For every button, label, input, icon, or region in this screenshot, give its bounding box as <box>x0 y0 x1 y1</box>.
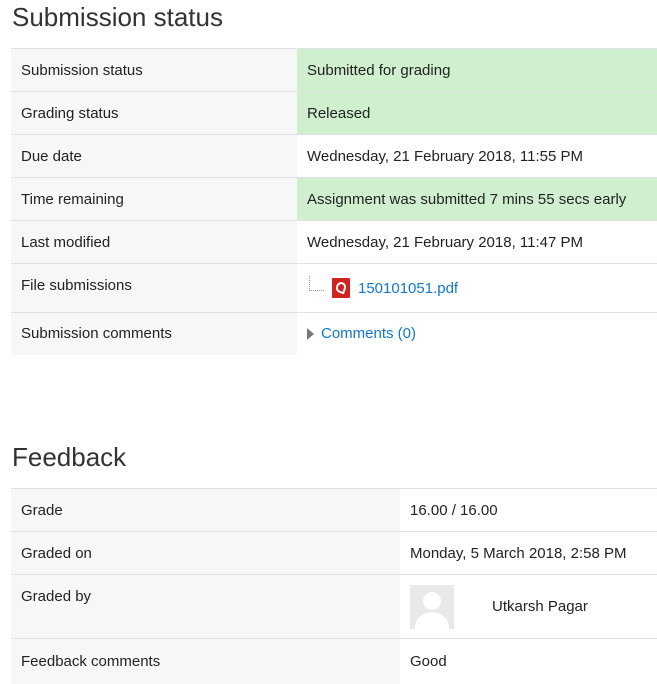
table-row: File submissions 150101051.pdf <box>11 263 657 313</box>
graded-on-value: Monday, 5 March 2018, 2:58 PM <box>400 531 657 575</box>
file-submissions-value: 150101051.pdf <box>297 263 657 313</box>
table-row: Submission status Submitted for grading <box>11 48 657 92</box>
due-date-value: Wednesday, 21 February 2018, 11:55 PM <box>297 134 657 178</box>
row-label: Time remaining <box>11 177 297 221</box>
graded-by-value: Utkarsh Pagar <box>400 574 657 639</box>
expand-caret-icon[interactable] <box>307 328 314 341</box>
submission-status-table: Submission status Submitted for grading … <box>11 48 657 355</box>
row-label: Submission comments <box>11 312 297 355</box>
submission-status-value: Submitted for grading <box>297 48 657 92</box>
row-label: Due date <box>11 134 297 178</box>
row-label: Grading status <box>11 91 297 135</box>
row-label: Graded by <box>11 574 400 639</box>
submission-comments-value: Comments (0) <box>297 312 657 355</box>
feedback-heading: Feedback <box>12 442 127 472</box>
table-row: Time remaining Assignment was submitted … <box>11 177 657 221</box>
feedback-table: Grade 16.00 / 16.00 Graded on Monday, 5 … <box>11 488 657 684</box>
table-row: Last modified Wednesday, 21 February 201… <box>11 220 657 264</box>
row-label: Grade <box>11 488 400 532</box>
table-row: Due date Wednesday, 21 February 2018, 11… <box>11 134 657 178</box>
submission-status-heading: Submission status <box>12 2 223 32</box>
table-row: Graded by Utkarsh Pagar <box>11 574 657 639</box>
row-label: File submissions <box>11 263 297 313</box>
table-row: Feedback comments Good <box>11 638 657 684</box>
grade-value: 16.00 / 16.00 <box>400 488 657 532</box>
last-modified-value: Wednesday, 21 February 2018, 11:47 PM <box>297 220 657 264</box>
table-row: Graded on Monday, 5 March 2018, 2:58 PM <box>11 531 657 575</box>
row-label: Graded on <box>11 531 400 575</box>
row-label: Submission status <box>11 48 297 92</box>
tree-connector-icon <box>309 275 324 291</box>
file-link[interactable]: 150101051.pdf <box>358 280 458 297</box>
comments-link[interactable]: Comments (0) <box>321 325 416 342</box>
table-row: Grading status Released <box>11 91 657 135</box>
user-avatar[interactable] <box>410 584 454 629</box>
grading-status-value: Released <box>297 91 657 135</box>
time-remaining-value: Assignment was submitted 7 mins 55 secs … <box>297 177 657 221</box>
row-label: Feedback comments <box>11 638 400 684</box>
feedback-comments-value: Good <box>400 638 657 684</box>
table-row: Grade 16.00 / 16.00 <box>11 488 657 532</box>
table-row: Submission comments Comments (0) <box>11 312 657 355</box>
row-label: Last modified <box>11 220 297 264</box>
grader-name[interactable]: Utkarsh Pagar <box>492 598 588 615</box>
pdf-icon <box>332 278 350 298</box>
